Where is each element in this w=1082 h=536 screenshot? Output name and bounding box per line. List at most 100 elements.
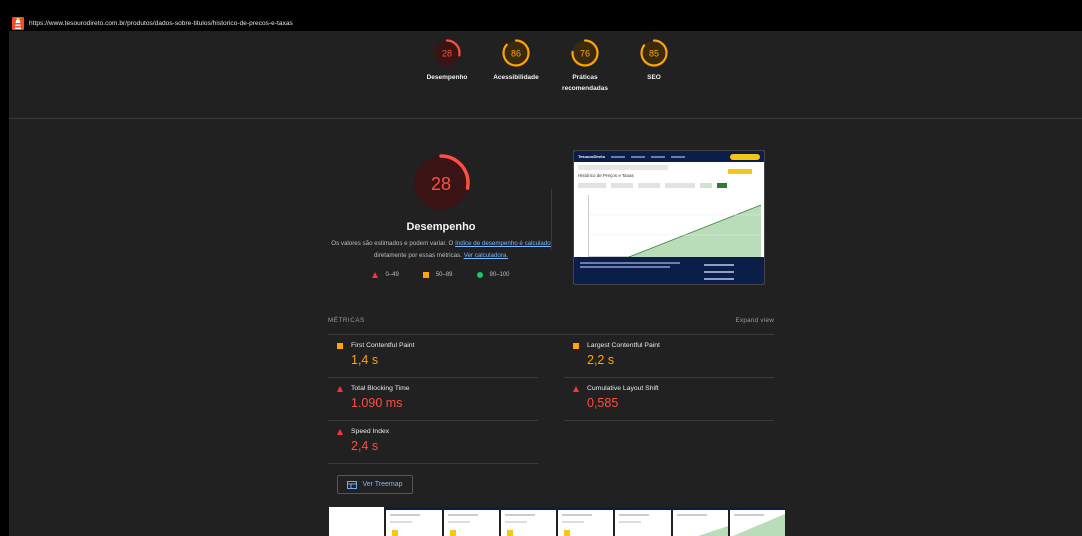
score-label: Desempenho (426, 74, 468, 81)
legend-pass-label: 90–100 (489, 272, 510, 278)
metrics-header: MÉTRICAS Expand view (328, 313, 774, 335)
score-value: 86 (511, 49, 521, 59)
control-placeholder (638, 183, 660, 188)
metric-value: 2,2 s (587, 353, 615, 367)
filmstrip-frame (558, 507, 614, 536)
score-label: Práticas recomendadas (562, 74, 608, 92)
score-gauge-accessibility[interactable]: 86 Acessibilidade (486, 38, 546, 83)
score-ring: 85 (640, 39, 668, 67)
metric-name: Cumulative Layout Shift (587, 385, 659, 392)
score-value: 85 (649, 49, 659, 59)
filmstrip-frame (615, 507, 671, 536)
fail-triangle-icon (337, 385, 343, 392)
filmstrip-frame (443, 507, 499, 536)
score-ring: 86 (502, 39, 530, 67)
fail-triangle-icon (372, 272, 379, 278)
control-placeholder (700, 183, 712, 188)
metric-cumulative-layout-shift: Cumulative Layout Shift 0,585 (564, 378, 774, 421)
score-gauge-performance[interactable]: 28 Desempenho (417, 38, 477, 83)
legend-fail: 0–49 (372, 272, 399, 278)
screenshot-chart (588, 195, 762, 258)
metric-value: 1.090 ms (351, 396, 403, 410)
score-ring: 76 (571, 39, 599, 67)
lighthouse-logo-icon (12, 16, 24, 30)
filmstrip-frame (729, 507, 785, 536)
desc-text: diretamente por essas métricas. (373, 252, 464, 259)
performance-summary: 28 Desempenho Os valores são estimados e… (326, 151, 556, 278)
filmstrip-frame (500, 507, 556, 536)
legend-average-label: 50–89 (435, 272, 453, 278)
score-value: 28 (442, 49, 452, 59)
score-gauge-seo[interactable]: 85 SEO (624, 38, 684, 83)
footer-placeholder (580, 262, 680, 264)
metric-total-blocking-time: Total Blocking Time 1.090 ms (328, 378, 538, 421)
final-screenshot[interactable]: TesouroDireto Histórico de Preços e Taxa… (573, 150, 765, 285)
screenshot-footer (574, 257, 764, 284)
footer-placeholder (704, 264, 734, 266)
screenshot-brand: TesouroDireto (578, 154, 606, 159)
vertical-divider (551, 189, 552, 249)
metric-first-contentful-paint: First Contentful Paint 1,4 s (328, 335, 538, 378)
performance-title: Desempenho (406, 221, 476, 233)
score-ring: 28 (433, 39, 461, 67)
view-treemap-button[interactable]: Ver Treemap (337, 475, 413, 494)
metrics-grid: First Contentful Paint 1,4 s Largest Con… (328, 335, 774, 464)
performance-description: Os valores são estimados e podem variar.… (326, 238, 556, 262)
metric-name: First Contentful Paint (351, 342, 415, 349)
legend-fail-label: 0–49 (385, 272, 399, 278)
screenshot-controls (578, 183, 758, 189)
nav-placeholder (671, 155, 686, 158)
metric-value: 1,4 s (351, 353, 379, 367)
report-topbar: https://www.tesourodireto.com.br/produto… (9, 15, 1082, 31)
legend-average: 50–89 (422, 272, 453, 278)
metrics-section: MÉTRICAS Expand view First Contentful Pa… (328, 313, 774, 464)
filmstrip-frame (672, 507, 728, 536)
desc-text: Os valores são estimados e podem variar.… (331, 240, 456, 247)
pass-circle-icon (476, 272, 483, 278)
filmstrip (329, 507, 785, 536)
metrics-heading: MÉTRICAS (328, 316, 365, 324)
average-square-icon (422, 272, 429, 278)
score-calc-link[interactable]: índice de desempenho é calculado (455, 240, 551, 247)
metric-value: 0,585 (587, 396, 619, 410)
fail-triangle-icon (573, 385, 579, 392)
treemap-icon (347, 480, 358, 489)
legend-pass: 90–100 (476, 272, 510, 278)
score-label: Acessibilidade (493, 74, 539, 81)
control-placeholder (665, 183, 695, 188)
performance-score: 28 (431, 174, 451, 194)
lighthouse-report: https://www.tesourodireto.com.br/produto… (9, 15, 1082, 536)
score-legend: 0–49 50–89 90–100 (326, 272, 556, 278)
metric-value: 2,4 s (351, 439, 379, 453)
footer-placeholder (704, 271, 734, 273)
screenshot-breadcrumb (578, 165, 668, 170)
view-treemap-label: Ver Treemap (362, 481, 403, 488)
footer-placeholder (580, 266, 670, 268)
nav-placeholder (631, 155, 646, 158)
footer-placeholder (704, 278, 734, 280)
metric-speed-index: Speed Index 2,4 s (328, 421, 538, 464)
filmstrip-frame (329, 507, 385, 536)
control-placeholder (578, 183, 606, 188)
control-placeholder (717, 183, 727, 188)
nav-placeholder (651, 155, 666, 158)
average-square-icon (337, 342, 343, 349)
calculator-link[interactable]: Ver calculadora. (464, 252, 508, 259)
screenshot-cta (730, 153, 760, 160)
report-url[interactable]: https://www.tesourodireto.com.br/produto… (29, 20, 293, 27)
screenshot-nav: TesouroDireto (574, 151, 764, 162)
metric-name: Largest Contentful Paint (587, 342, 660, 349)
score-label: SEO (647, 74, 661, 81)
metric-name: Speed Index (351, 428, 390, 435)
expand-view-toggle[interactable]: Expand view (736, 317, 774, 324)
score-value: 76 (580, 49, 590, 59)
screenshot-chart-area (589, 204, 762, 258)
nav-placeholder (611, 155, 626, 158)
fail-triangle-icon (337, 428, 343, 435)
performance-gauge: 28 (412, 154, 470, 212)
scores-header: 28 Desempenho 86 Acessibilidade 76 Práti… (9, 31, 1082, 119)
screenshot-yellow-button (728, 169, 752, 174)
control-placeholder (611, 183, 633, 188)
score-gauge-best-practices[interactable]: 76 Práticas recomendadas (555, 38, 615, 94)
metric-name: Total Blocking Time (351, 385, 410, 392)
